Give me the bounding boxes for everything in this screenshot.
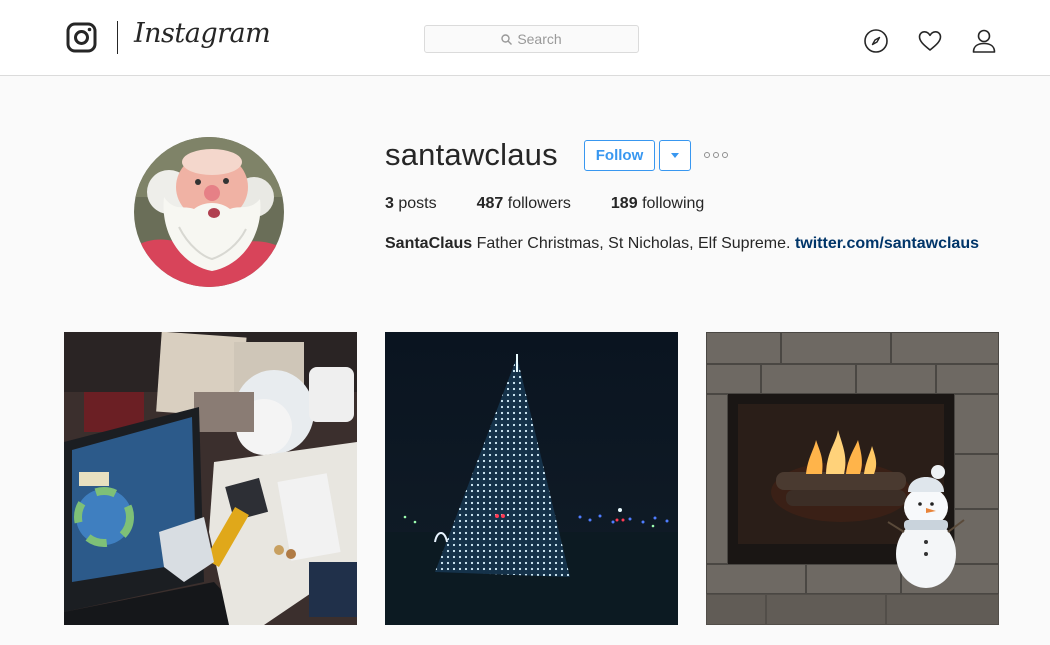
more-dots-icon [704,152,710,158]
profile-bio: SantaClaus Father Christmas, St Nicholas… [385,235,979,253]
followers-stat[interactable]: 487 followers [477,195,571,213]
instagram-wordmark[interactable]: Instagram [134,18,271,49]
profile-username: santawclaus [385,137,558,172]
post-thumbnail-3[interactable] [706,332,999,625]
instagram-glyph-icon[interactable] [66,22,97,53]
following-label: following [642,195,705,212]
followers-label: followers [507,195,571,212]
followers-count: 487 [476,195,504,212]
more-options-button[interactable] [704,148,732,162]
heart-icon[interactable] [917,28,943,54]
search-placeholder: Search [517,31,562,47]
bio-text: Father Christmas, St Nicholas, Elf Supre… [476,235,791,252]
following-stat[interactable]: 189 following [611,195,704,213]
suggestions-dropdown-button[interactable] [659,140,691,171]
profile-stats: 3 posts 487 followers 189 following [385,195,744,213]
following-count: 189 [610,195,638,212]
bio-full-name: SantaClaus [385,235,473,252]
compass-icon[interactable] [863,28,889,54]
search-input[interactable]: Search [424,25,639,53]
post-thumbnail-1[interactable] [64,332,357,625]
follow-button[interactable]: Follow [584,140,655,171]
logo-divider [117,21,118,54]
bio-website-link[interactable]: twitter.com/santawclaus [795,235,979,252]
posts-count: 3 [385,195,394,212]
profile-avatar[interactable] [134,137,284,287]
search-icon [501,33,513,45]
person-icon[interactable] [971,28,997,54]
posts-label: posts [398,195,437,212]
posts-stat: 3 posts [385,195,437,213]
caret-down-icon [671,153,679,158]
top-nav-bar: Instagram Search [0,0,1050,76]
post-thumbnail-2[interactable] [385,332,678,625]
